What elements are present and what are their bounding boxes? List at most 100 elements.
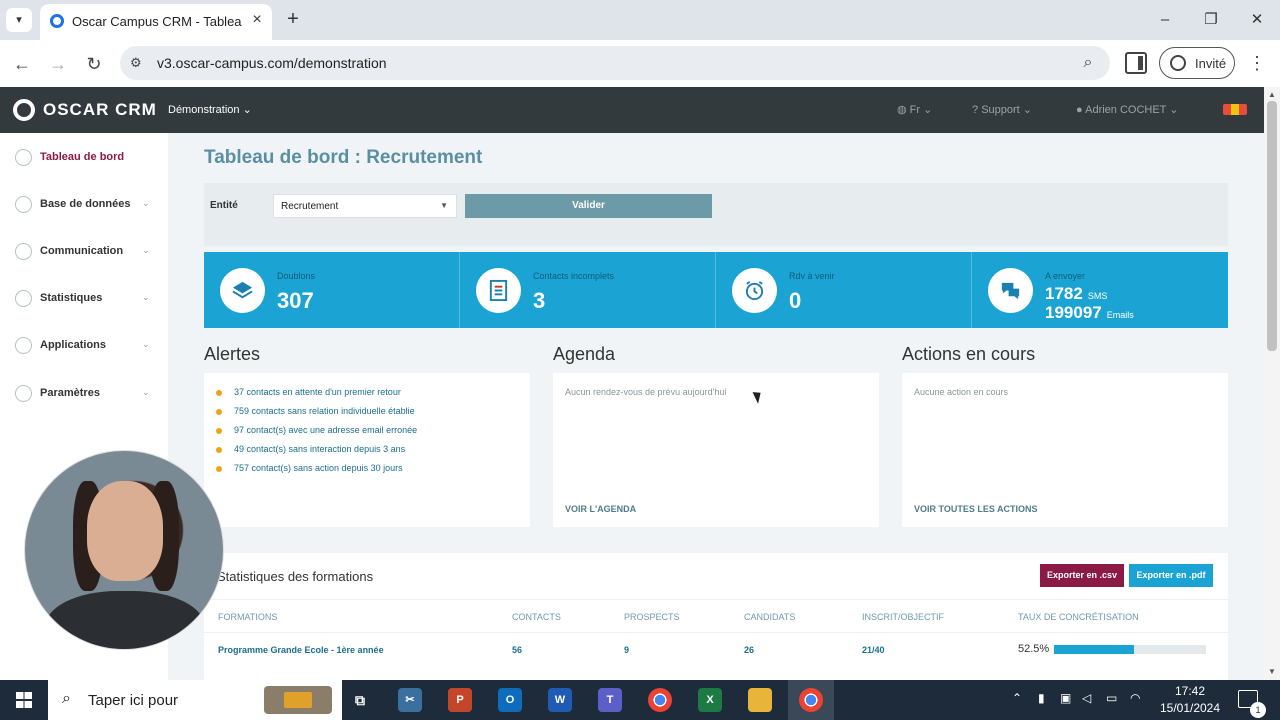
tab-title: Oscar Campus CRM - Tableau de [72, 14, 242, 29]
url-field[interactable]: ⚙ v3.oscar-campus.com/demonstration ⌕ [120, 46, 1110, 80]
brand-flag-icon[interactable] [1223, 104, 1247, 115]
snipping-tool-icon[interactable]: ✂ [398, 688, 422, 712]
stats-bar: Doublons 307 Contacts incomplets 3 Rdv à… [204, 252, 1228, 328]
alerts-title: Alertes [204, 344, 261, 364]
applications-icon [15, 337, 32, 354]
browser-tab[interactable]: Oscar Campus CRM - Tableau de × [40, 4, 272, 40]
alert-item[interactable]: 49 contact(s) sans interaction depuis 3 … [216, 444, 405, 454]
search-icon[interactable]: ⌕ [1078, 53, 1098, 73]
display-icon[interactable]: ▣ [1060, 691, 1071, 705]
windows-start-icon[interactable] [16, 692, 32, 708]
sidebar-item-statistics[interactable]: Statistiques ⌄ [0, 279, 168, 319]
language-dropdown[interactable]: ◍ Fr ⌄ [897, 103, 932, 116]
forward-icon[interactable]: → [46, 52, 70, 76]
task-view-icon[interactable]: ⧉ [348, 688, 372, 712]
volume-icon[interactable]: ◁ [1082, 691, 1091, 705]
column-header[interactable]: FORMATIONS [218, 612, 277, 622]
sidebar-item-communication[interactable]: Communication ⌄ [0, 232, 168, 272]
sidebar-item-database[interactable]: Base de données ⌄ [0, 185, 168, 225]
account-dropdown[interactable]: Démonstration ⌄ [168, 103, 252, 116]
stat-icon-circle [220, 268, 265, 313]
support-label: Support [981, 104, 1020, 116]
chrome-active-icon[interactable] [799, 688, 823, 712]
side-panel-icon[interactable] [1125, 52, 1147, 74]
statistics-icon [15, 290, 32, 307]
database-icon [15, 196, 32, 213]
alert-text: 97 contact(s) avec une adresse email err… [234, 425, 418, 435]
export-csv-button[interactable]: Exporter en .csv [1040, 564, 1124, 587]
column-header[interactable]: CANDIDATS [744, 612, 795, 622]
reload-icon[interactable]: ↻ [82, 52, 106, 76]
teams-icon[interactable]: T [598, 688, 622, 712]
stat-incomplete-contacts[interactable]: Contacts incomplets 3 [460, 252, 716, 328]
sidebar-item-label: Applications [40, 339, 107, 351]
sms-unit: SMS [1087, 291, 1108, 301]
page-scrollbar[interactable]: ▲ ▼ [1264, 87, 1280, 680]
chrome-icon[interactable] [648, 688, 672, 712]
back-icon[interactable]: ← [10, 52, 34, 76]
close-tab-icon[interactable]: × [248, 11, 266, 29]
alert-text: 37 contacts en attente d'un premier reto… [234, 387, 401, 397]
chevron-down-icon: ⌄ [142, 387, 150, 397]
export-pdf-button[interactable]: Exporter en .pdf [1129, 564, 1213, 587]
column-header[interactable]: INSCRIT/OBJECTIF [862, 612, 944, 622]
rate-cell: 52.5% [1018, 643, 1050, 655]
chevron-down-icon: ⌄ [923, 104, 933, 116]
stat-label: Rdv à venir [789, 271, 835, 281]
column-header[interactable]: CONTACTS [512, 612, 561, 622]
taskbar-search[interactable]: ⌕ Taper ici pour [48, 680, 342, 720]
sidebar-item-label: Statistiques [40, 292, 103, 304]
alert-item[interactable]: 37 contacts en attente d'un premier reto… [216, 387, 401, 397]
alert-item[interactable]: 757 contact(s) sans action depuis 30 jou… [216, 463, 403, 473]
alert-text: 49 contact(s) sans interaction depuis 3 … [234, 444, 406, 454]
new-tab-icon[interactable]: + [282, 8, 304, 32]
tray-chevron-icon[interactable]: ⌃ [1012, 691, 1022, 705]
view-agenda-link[interactable]: VOIR L'AGENDA [565, 504, 636, 514]
column-header[interactable]: TAUX DE CONCRÉTISATION [1018, 612, 1139, 622]
alert-item[interactable]: 97 contact(s) avec une adresse email err… [216, 425, 417, 435]
word-icon[interactable]: W [548, 688, 572, 712]
scroll-down-icon[interactable]: ▼ [1267, 667, 1277, 677]
sidebar-item-applications[interactable]: Applications ⌄ [0, 326, 168, 366]
webcam-overlay[interactable] [24, 450, 224, 650]
outlook-icon[interactable]: O [498, 688, 522, 712]
actions-empty-text: Aucune action en cours [914, 387, 1009, 397]
powerpoint-icon[interactable]: P [448, 688, 472, 712]
webcam-person [45, 591, 205, 649]
scroll-thumb[interactable] [1267, 101, 1277, 351]
maximize-icon[interactable]: ❐ [1196, 8, 1226, 32]
user-dropdown[interactable]: ● Adrien COCHET ⌄ [1076, 103, 1179, 116]
battery-icon[interactable]: ▭ [1106, 691, 1117, 705]
stat-to-send[interactable]: A envoyer 1782 SMS 199097 Emails [972, 252, 1228, 328]
site-info-icon[interactable]: ⚙ [130, 55, 146, 71]
alert-item[interactable]: 759 contacts sans relation individuelle … [216, 406, 415, 416]
formation-name[interactable]: Programme Grande Ecole - 1ère année [218, 645, 384, 655]
logo[interactable]: OSCAR CRM [43, 100, 157, 120]
support-dropdown[interactable]: ? Support ⌄ [972, 103, 1032, 116]
microphone-icon[interactable]: ▮ [1038, 691, 1045, 705]
app-header: OSCAR CRM Démonstration ⌄ ◍ Fr ⌄ ? Suppo… [0, 87, 1264, 133]
sidebar-item-dashboard[interactable]: Tableau de bord [0, 138, 168, 178]
rate-progress-bar [1054, 645, 1206, 654]
wifi-icon[interactable]: ◠ [1130, 691, 1140, 705]
email-unit: Emails [1106, 310, 1134, 320]
scroll-up-icon[interactable]: ▲ [1267, 90, 1277, 100]
menu-icon[interactable]: ⋮ [1248, 52, 1266, 76]
stat-upcoming-appointments[interactable]: Rdv à venir 0 [716, 252, 972, 328]
file-explorer-icon[interactable] [748, 688, 772, 712]
clock-date: 15/01/2024 [1159, 701, 1221, 715]
alert-text: 759 contacts sans relation individuelle … [234, 406, 415, 416]
stat-duplicates[interactable]: Doublons 307 [204, 252, 460, 328]
column-header[interactable]: PROSPECTS [624, 612, 680, 622]
sidebar-item-settings[interactable]: Paramètres ⌄ [0, 374, 168, 414]
close-window-icon[interactable]: ✕ [1242, 8, 1272, 32]
profile-button[interactable]: Invité [1159, 47, 1235, 79]
clock[interactable]: 17:42 15/01/2024 [1155, 683, 1225, 717]
table-divider [204, 632, 1228, 633]
entity-select[interactable]: Recrutement ▼ [273, 194, 457, 218]
excel-icon[interactable]: X [698, 688, 722, 712]
validate-button[interactable]: Valider [465, 194, 712, 218]
minimize-icon[interactable]: – [1150, 8, 1180, 32]
view-all-actions-link[interactable]: VOIR TOUTES LES ACTIONS [914, 504, 1038, 514]
tab-search-icon[interactable]: ▾ [6, 8, 32, 32]
